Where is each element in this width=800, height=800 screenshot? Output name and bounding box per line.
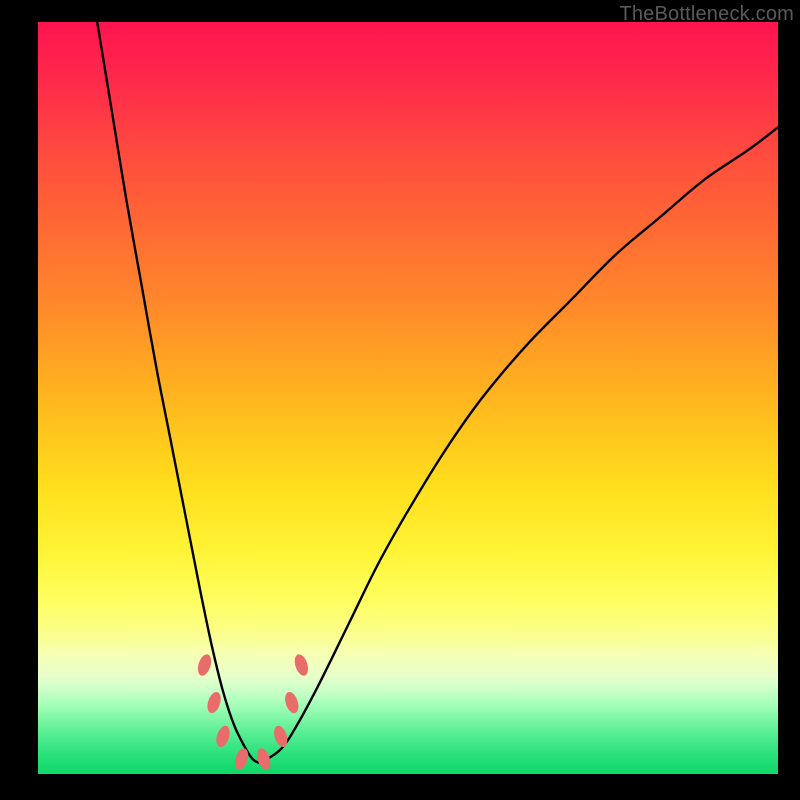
chart-plot-area [38, 22, 778, 774]
curve-marker [214, 724, 232, 749]
curve-markers [195, 653, 310, 772]
bottleneck-curve [97, 22, 778, 763]
chart-frame: TheBottleneck.com [0, 0, 800, 800]
chart-svg [38, 22, 778, 774]
curve-marker [272, 724, 290, 749]
curve-marker [255, 747, 273, 772]
watermark-text: TheBottleneck.com [619, 3, 794, 26]
curve-marker [195, 653, 213, 678]
curve-marker [292, 653, 310, 678]
curve-marker [283, 690, 301, 715]
curve-marker [205, 690, 223, 715]
